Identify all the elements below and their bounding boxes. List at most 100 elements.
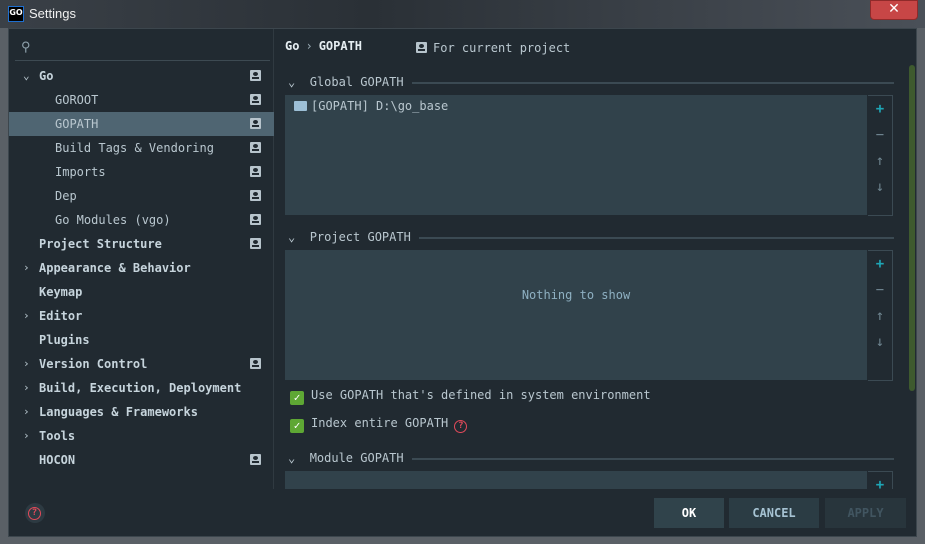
sidebar-item-label: Go Modules (vgo)	[55, 213, 171, 227]
global-gopath-list[interactable]: [GOPATH] D:\go_base	[285, 95, 867, 215]
sidebar-item[interactable]: Plugins	[9, 328, 274, 352]
add-button[interactable]: +	[868, 251, 892, 277]
checkmark-icon: ✓	[290, 391, 304, 405]
section-title: Module GOPATH	[309, 451, 404, 465]
sidebar-item-label: Go	[39, 69, 54, 83]
breadcrumb: Go › GOPATH	[285, 39, 362, 53]
help-icon[interactable]: ?	[454, 420, 468, 433]
chevron-right-icon[interactable]: ›	[23, 352, 30, 376]
module-gopath-section[interactable]: ⌄ Module GOPATH	[288, 451, 894, 465]
list-item[interactable]: [GOPATH] D:\go_base	[294, 99, 448, 113]
search-icon: ⚲	[21, 40, 31, 55]
title-bar: GO Settings ✕	[0, 0, 925, 28]
project-icon	[250, 190, 261, 201]
sidebar-item[interactable]: Project Structure	[9, 232, 274, 256]
section-title: Project GOPATH	[309, 230, 411, 244]
module-toolbar: +	[868, 471, 893, 489]
sidebar-item-label: Version Control	[39, 357, 148, 371]
project-icon	[250, 214, 261, 225]
for-project-label: For current project	[433, 41, 571, 55]
sidebar-item[interactable]: Build Tags & Vendoring	[9, 136, 274, 160]
sidebar-item[interactable]: Keymap	[9, 280, 274, 304]
sidebar-item[interactable]: › Languages & Frameworks	[9, 400, 274, 424]
sidebar-item[interactable]: › Version Control	[9, 352, 274, 376]
sidebar-item[interactable]: › Build, Execution, Deployment	[9, 376, 274, 400]
sidebar-item[interactable]: › Editor	[9, 304, 274, 328]
empty-text: Nothing to show	[521, 288, 631, 302]
project-icon	[250, 358, 261, 369]
sidebar-item[interactable]: › Appearance & Behavior	[9, 256, 274, 280]
project-icon	[250, 166, 261, 177]
chevron-down-icon: ⌄	[288, 75, 296, 89]
move-up-button[interactable]: ↑	[868, 148, 892, 174]
sidebar-item[interactable]: GOROOT	[9, 88, 274, 112]
module-gopath-list[interactable]	[285, 471, 867, 489]
scrollbar[interactable]	[909, 65, 915, 391]
remove-button[interactable]: −	[868, 122, 892, 148]
ok-button[interactable]: OK	[654, 498, 724, 528]
gopath-entry: [GOPATH] D:\go_base	[311, 99, 449, 113]
gopath-panel: Go › GOPATH For current project ⌄ Global G…	[285, 29, 918, 489]
project-icon	[250, 70, 261, 81]
index-entire-gopath-checkbox[interactable]: ✓ Index entire GOPATH?	[290, 416, 468, 433]
sidebar-item[interactable]: ⌄ Go	[9, 64, 274, 88]
project-icon	[250, 94, 261, 105]
add-button[interactable]: +	[868, 96, 892, 122]
for-current-project: For current project	[416, 41, 570, 55]
sidebar-item-label: Editor	[39, 309, 83, 323]
project-gopath-section[interactable]: ⌄ Project GOPATH	[288, 230, 894, 244]
section-title: Global GOPATH	[309, 75, 404, 89]
add-button[interactable]: +	[868, 472, 892, 489]
chevron-right-icon[interactable]: ›	[23, 424, 30, 448]
chevron-right-icon[interactable]: ›	[23, 304, 30, 328]
project-icon	[416, 42, 427, 53]
move-down-button[interactable]: ↓	[868, 329, 892, 355]
project-gopath-list[interactable]: Nothing to show	[285, 250, 867, 380]
breadcrumb-separator: ›	[305, 39, 313, 53]
sidebar-item[interactable]: GOPATH	[9, 112, 274, 136]
checkbox-label: Use GOPATH that's defined in system envi…	[311, 388, 651, 402]
chevron-right-icon[interactable]: ›	[23, 400, 30, 424]
checkbox-label: Index entire GOPATH	[311, 416, 449, 430]
chevron-right-icon[interactable]: ›	[23, 256, 30, 280]
chevron-right-icon[interactable]: ›	[23, 376, 30, 400]
close-button[interactable]: ✕	[870, 0, 918, 20]
dialog-footer: ? OK CANCEL APPLY	[9, 489, 918, 538]
cancel-button[interactable]: CANCEL	[729, 498, 819, 528]
sidebar-item-label: Appearance & Behavior	[39, 261, 191, 275]
project-icon	[250, 238, 261, 249]
project-toolbar: + − ↑ ↓	[868, 250, 893, 381]
apply-button[interactable]: APPLY	[825, 498, 906, 528]
checkmark-icon: ✓	[290, 419, 304, 433]
search-input[interactable]: ⚲	[15, 37, 270, 61]
sidebar-item[interactable]: Imports	[9, 160, 274, 184]
sidebar-item-label: HOCON	[39, 453, 76, 467]
sidebar: ⚲ ⌄ Go GOROOT GOPATH Build Tags & Vendoring I…	[9, 29, 274, 489]
sidebar-item-label: GOROOT	[55, 93, 99, 107]
sidebar-item[interactable]: Go Modules (vgo)	[9, 208, 274, 232]
app-logo-icon: GO	[8, 6, 24, 22]
settings-tree: ⌄ Go GOROOT GOPATH Build Tags & Vendoring Imp…	[9, 64, 274, 472]
sidebar-item-label: Project Structure	[39, 237, 162, 251]
move-up-button[interactable]: ↑	[868, 303, 892, 329]
window-title: Settings	[29, 6, 76, 21]
project-icon	[250, 118, 261, 129]
chevron-down-icon: ⌄	[288, 230, 296, 244]
move-down-button[interactable]: ↓	[868, 174, 892, 200]
breadcrumb-parent[interactable]: Go	[285, 39, 299, 53]
sidebar-item[interactable]: HOCON	[9, 448, 274, 472]
use-system-gopath-checkbox[interactable]: ✓ Use GOPATH that's defined in system env…	[290, 388, 651, 405]
global-gopath-section[interactable]: ⌄ Global GOPATH	[288, 75, 894, 89]
sidebar-item[interactable]: › Tools	[9, 424, 274, 448]
project-icon	[250, 454, 261, 465]
sidebar-item-label: Tools	[39, 429, 76, 443]
chevron-down-icon[interactable]: ⌄	[23, 64, 30, 88]
sidebar-item[interactable]: Dep	[9, 184, 274, 208]
remove-button[interactable]: −	[868, 277, 892, 303]
global-toolbar: + − ↑ ↓	[868, 95, 893, 216]
help-button[interactable]: ?	[25, 503, 45, 523]
sidebar-item-label: Plugins	[39, 333, 90, 347]
sidebar-item-label: GOPATH	[55, 117, 99, 131]
chevron-down-icon: ⌄	[288, 451, 296, 465]
help-icon: ?	[28, 507, 41, 520]
